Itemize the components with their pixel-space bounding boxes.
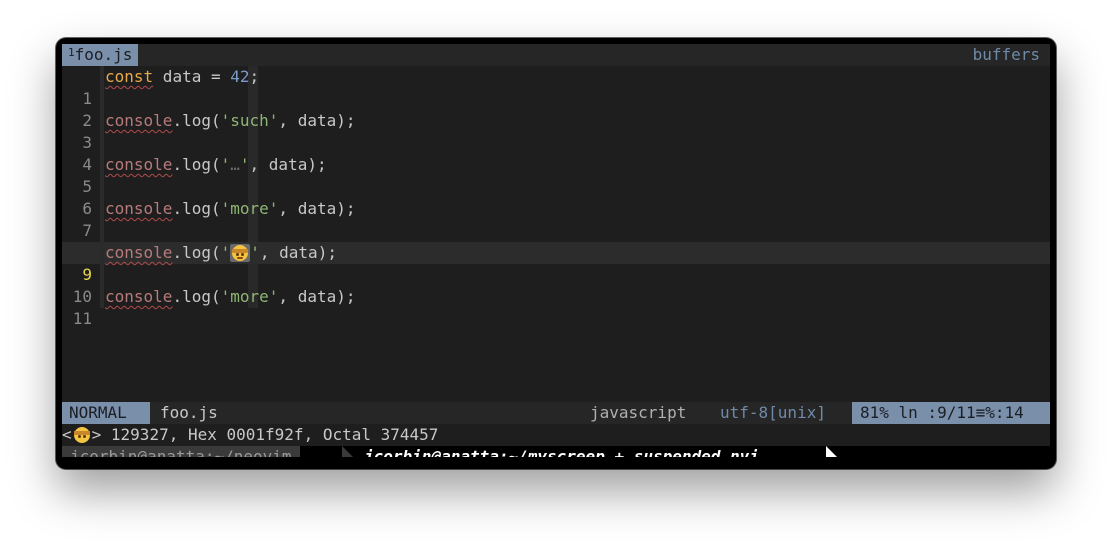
tab-foo-js[interactable]: 1foo.js (62, 44, 139, 66)
current-code-line: 9 console.log(' ', data); (62, 242, 1050, 284)
exploding-head-emoji-icon (230, 244, 251, 262)
tab-number: 1 (68, 46, 75, 59)
mode-indicator: NORMAL (62, 402, 134, 424)
cmdline-prefix: < (62, 425, 72, 444)
code-line: 10 (62, 264, 1050, 306)
code-line: 11 console.log('more', data); (62, 286, 1050, 328)
statusline: foo.js NORMAL javascript utf-8[unix] 81%… (62, 402, 1050, 424)
status-filetype: javascript (590, 403, 687, 422)
code-line: 6 (62, 176, 1050, 218)
tmux-window-active[interactable]: jcorbin@anatta:~/myscreep + suspended nv… (358, 446, 775, 457)
tab-label: foo.js (74, 45, 133, 64)
code-line: 7 console.log('more', data); (62, 198, 1050, 240)
code-line: 1 const data = 42; (62, 66, 1050, 108)
tmux-status-bar: jcorbin@anatta:~/neovim jcorbin@anatta:~… (62, 446, 1050, 457)
command-line[interactable]: < > 129327, Hex 0001f92f, Octal 374457 (62, 424, 1050, 446)
code-line: 3 console.log('such', data); (62, 110, 1050, 152)
status-encoding: utf-8[unix] (720, 403, 826, 422)
code-line: 4 (62, 132, 1050, 174)
cmdline-text: > 129327, Hex 0001f92f, Octal 374457 (91, 425, 439, 444)
line-number: 11 (72, 309, 92, 328)
tabline: 1foo.js buffers (62, 44, 1050, 66)
powerline-separator-icon (826, 446, 837, 457)
exploding-head-emoji-icon (72, 426, 92, 444)
powerline-separator-icon (342, 446, 353, 457)
code-line: 8 (62, 220, 1050, 262)
code-line: 5 console.log('…', data); (62, 154, 1050, 196)
neovim-terminal[interactable]: 1foo.js buffers 1 const data = 42; 2 3 c… (62, 44, 1050, 457)
status-cursor-position: 81% ln :9/11≡%:14 (852, 402, 1050, 424)
editor-buffer[interactable]: 1 const data = 42; 2 3 console.log('such… (62, 66, 1050, 396)
buffers-label[interactable]: buffers (973, 44, 1040, 66)
code-line: 2 (62, 88, 1050, 130)
tmux-window-inactive[interactable]: jcorbin@anatta:~/neovim (62, 446, 300, 457)
terminal-window: 1foo.js buffers 1 const data = 42; 2 3 c… (56, 38, 1056, 469)
